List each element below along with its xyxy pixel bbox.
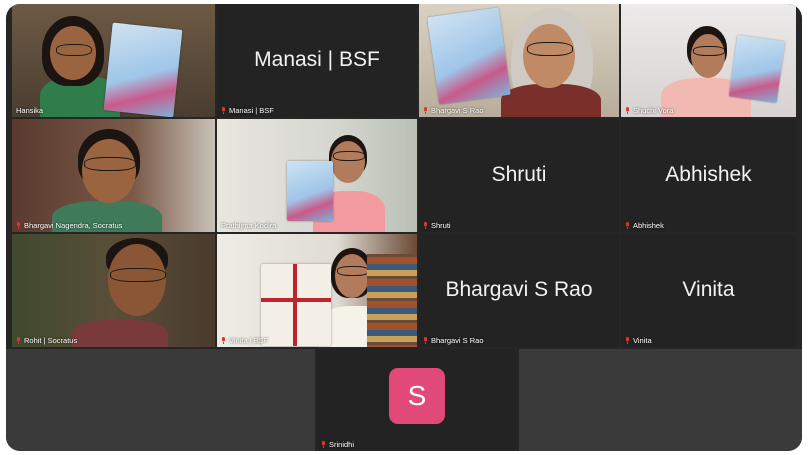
glasses bbox=[337, 266, 369, 276]
name-tile-shruti[interactable]: Shruti Shruti bbox=[419, 119, 619, 232]
glasses bbox=[527, 42, 573, 56]
avatar-tile-srinidhi[interactable]: S Srinidhi bbox=[317, 349, 517, 451]
book-cover bbox=[103, 22, 183, 117]
name-tile-manasi[interactable]: Manasi | BSF Manasi | BSF bbox=[217, 4, 417, 117]
video-tile-bhargavi-s-rao[interactable]: Bhargavi S Rao bbox=[419, 4, 619, 117]
video-tile-bhargavi-nagendra[interactable]: Bhargavi Nagendra, Socratus bbox=[12, 119, 215, 232]
name-tile-vinita[interactable]: Vinita Vinita bbox=[621, 234, 796, 347]
mic-muted-icon bbox=[16, 222, 21, 229]
book-cover bbox=[728, 34, 786, 104]
mic-muted-icon bbox=[423, 222, 428, 229]
gift-wrapped-book bbox=[261, 264, 331, 346]
participant-display-name: Vinita bbox=[682, 277, 735, 301]
participant-label: Prathijma Kodira bbox=[221, 221, 277, 230]
participant-label: Rohit | Socratus bbox=[16, 336, 77, 345]
mic-muted-icon bbox=[16, 337, 21, 344]
participant-label: Abhishek bbox=[625, 221, 664, 230]
participant-label: Manasi | BSF bbox=[221, 106, 274, 115]
participant-label: Bhargavi S Rao bbox=[423, 336, 484, 345]
mic-muted-icon bbox=[221, 107, 226, 114]
bookshelf bbox=[367, 254, 417, 347]
name-tile-abhishek[interactable]: Abhishek Abhishek bbox=[621, 119, 796, 232]
glasses bbox=[84, 157, 136, 171]
participant-label: Hansika bbox=[16, 106, 44, 115]
name-tile-bhargavi-s-rao[interactable]: Bhargavi S Rao Bhargavi S Rao bbox=[419, 234, 619, 347]
person-figure bbox=[72, 320, 168, 347]
participant-display-name: Shruti bbox=[491, 162, 547, 186]
participant-label: Vinita | BSF bbox=[221, 336, 268, 345]
person-face bbox=[335, 254, 369, 298]
empty-tile-right bbox=[519, 349, 802, 451]
participant-label: Bhargavi Nagendra, Socratus bbox=[16, 221, 122, 230]
book-cover bbox=[287, 161, 333, 221]
mic-muted-icon bbox=[625, 222, 630, 229]
participant-label: Srinidhi bbox=[321, 440, 354, 449]
meeting-gallery: Hansika Manasi | BSF Manasi | BSF Bharga… bbox=[6, 4, 802, 451]
glasses bbox=[110, 268, 166, 282]
participant-label: Bhargavi S Rao bbox=[423, 106, 484, 115]
empty-tile-left bbox=[6, 349, 315, 451]
gift-ribbon-vertical bbox=[293, 264, 297, 346]
participant-label: Shuchi Vora bbox=[625, 106, 673, 115]
video-tile-vinita-bsf[interactable]: Vinita | BSF bbox=[217, 234, 417, 347]
book-cover bbox=[427, 7, 511, 105]
video-tile-shuchi-vora[interactable]: Shuchi Vora bbox=[621, 4, 796, 117]
video-tile-rohit[interactable]: Rohit | Socratus bbox=[12, 234, 215, 347]
glasses bbox=[333, 151, 365, 161]
gift-ribbon-horizontal bbox=[261, 298, 331, 302]
mic-muted-icon bbox=[423, 107, 428, 114]
person-figure bbox=[501, 84, 601, 117]
mic-muted-icon bbox=[423, 337, 428, 344]
participant-display-name: Abhishek bbox=[665, 162, 752, 186]
participant-label: Shruti bbox=[423, 221, 451, 230]
participant-label: Vinita bbox=[625, 336, 652, 345]
participant-avatar: S bbox=[389, 368, 445, 424]
glasses bbox=[56, 44, 92, 56]
participant-display-name: Manasi | BSF bbox=[254, 47, 380, 71]
person-face bbox=[523, 24, 575, 88]
mic-muted-icon bbox=[221, 337, 226, 344]
mic-muted-icon bbox=[625, 337, 630, 344]
mic-muted-icon bbox=[321, 441, 326, 448]
person-face bbox=[691, 34, 725, 78]
mic-muted-icon bbox=[625, 107, 630, 114]
video-tile-hansika[interactable]: Hansika bbox=[12, 4, 215, 117]
participant-display-name: Bhargavi S Rao bbox=[445, 277, 593, 301]
person-face bbox=[331, 141, 365, 183]
video-tile-prathijma-kodira[interactable]: Prathijma Kodira bbox=[217, 119, 417, 232]
glasses bbox=[693, 46, 725, 56]
person-face bbox=[82, 139, 136, 203]
